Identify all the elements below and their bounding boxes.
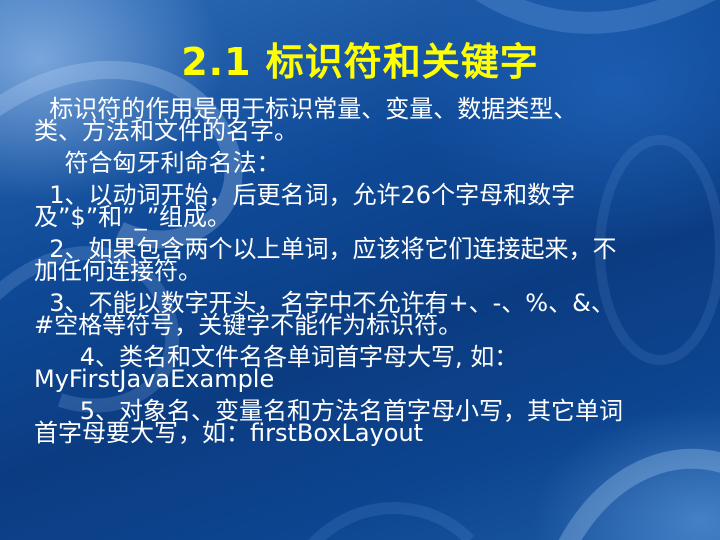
- slide-body: 标识符的作用是用于标识常量、变量、数据类型、 类、方法和文件的名字。 符合匈牙利…: [34, 97, 710, 454]
- text-line: #空格等符号，关键字不能作为标识符。: [34, 311, 463, 339]
- paragraph-hungarian-notation: 符合匈牙利命名法：: [34, 149, 710, 177]
- paragraph-rule-3: 3、不能以数字开头，名字中不允许有+、-、%、&、 #空格等符号，关键字不能作为…: [34, 291, 710, 339]
- slide-title: 2.1 标识符和关键字: [181, 40, 539, 84]
- text-line: 加任何连接符。: [34, 257, 202, 285]
- paragraph-rule-1: 1、以动词开始，后更名词，允许26个字母和数字 及”$”和”_”组成。: [34, 183, 710, 231]
- slide: 2.1 标识符和关键字 标识符的作用是用于标识常量、变量、数据类型、 类、方法和…: [0, 0, 720, 540]
- paragraph-rule-2: 2、如果包含两个以上单词，应该将它们连接起来，不 加任何连接符。: [34, 237, 710, 285]
- paragraph-rule-4: 4、类名和文件名各单词首字母大写, 如： MyFirstJavaExample: [34, 345, 710, 393]
- paragraph-rule-5: 5、对象名、变量名和方法名首字母小写，其它单词 首字母要大写，如：firstBo…: [34, 399, 710, 447]
- text-line: MyFirstJavaExample: [34, 365, 275, 393]
- text-line: 及”$”和”_”组成。: [34, 203, 232, 231]
- text-line: 符合匈牙利命名法：: [34, 149, 281, 177]
- text-line: 类、方法和文件的名字。: [34, 117, 298, 145]
- text-line: 首字母要大写，如：firstBoxLayout: [34, 419, 424, 447]
- paragraph-identifier-purpose: 标识符的作用是用于标识常量、变量、数据类型、 类、方法和文件的名字。: [34, 97, 710, 145]
